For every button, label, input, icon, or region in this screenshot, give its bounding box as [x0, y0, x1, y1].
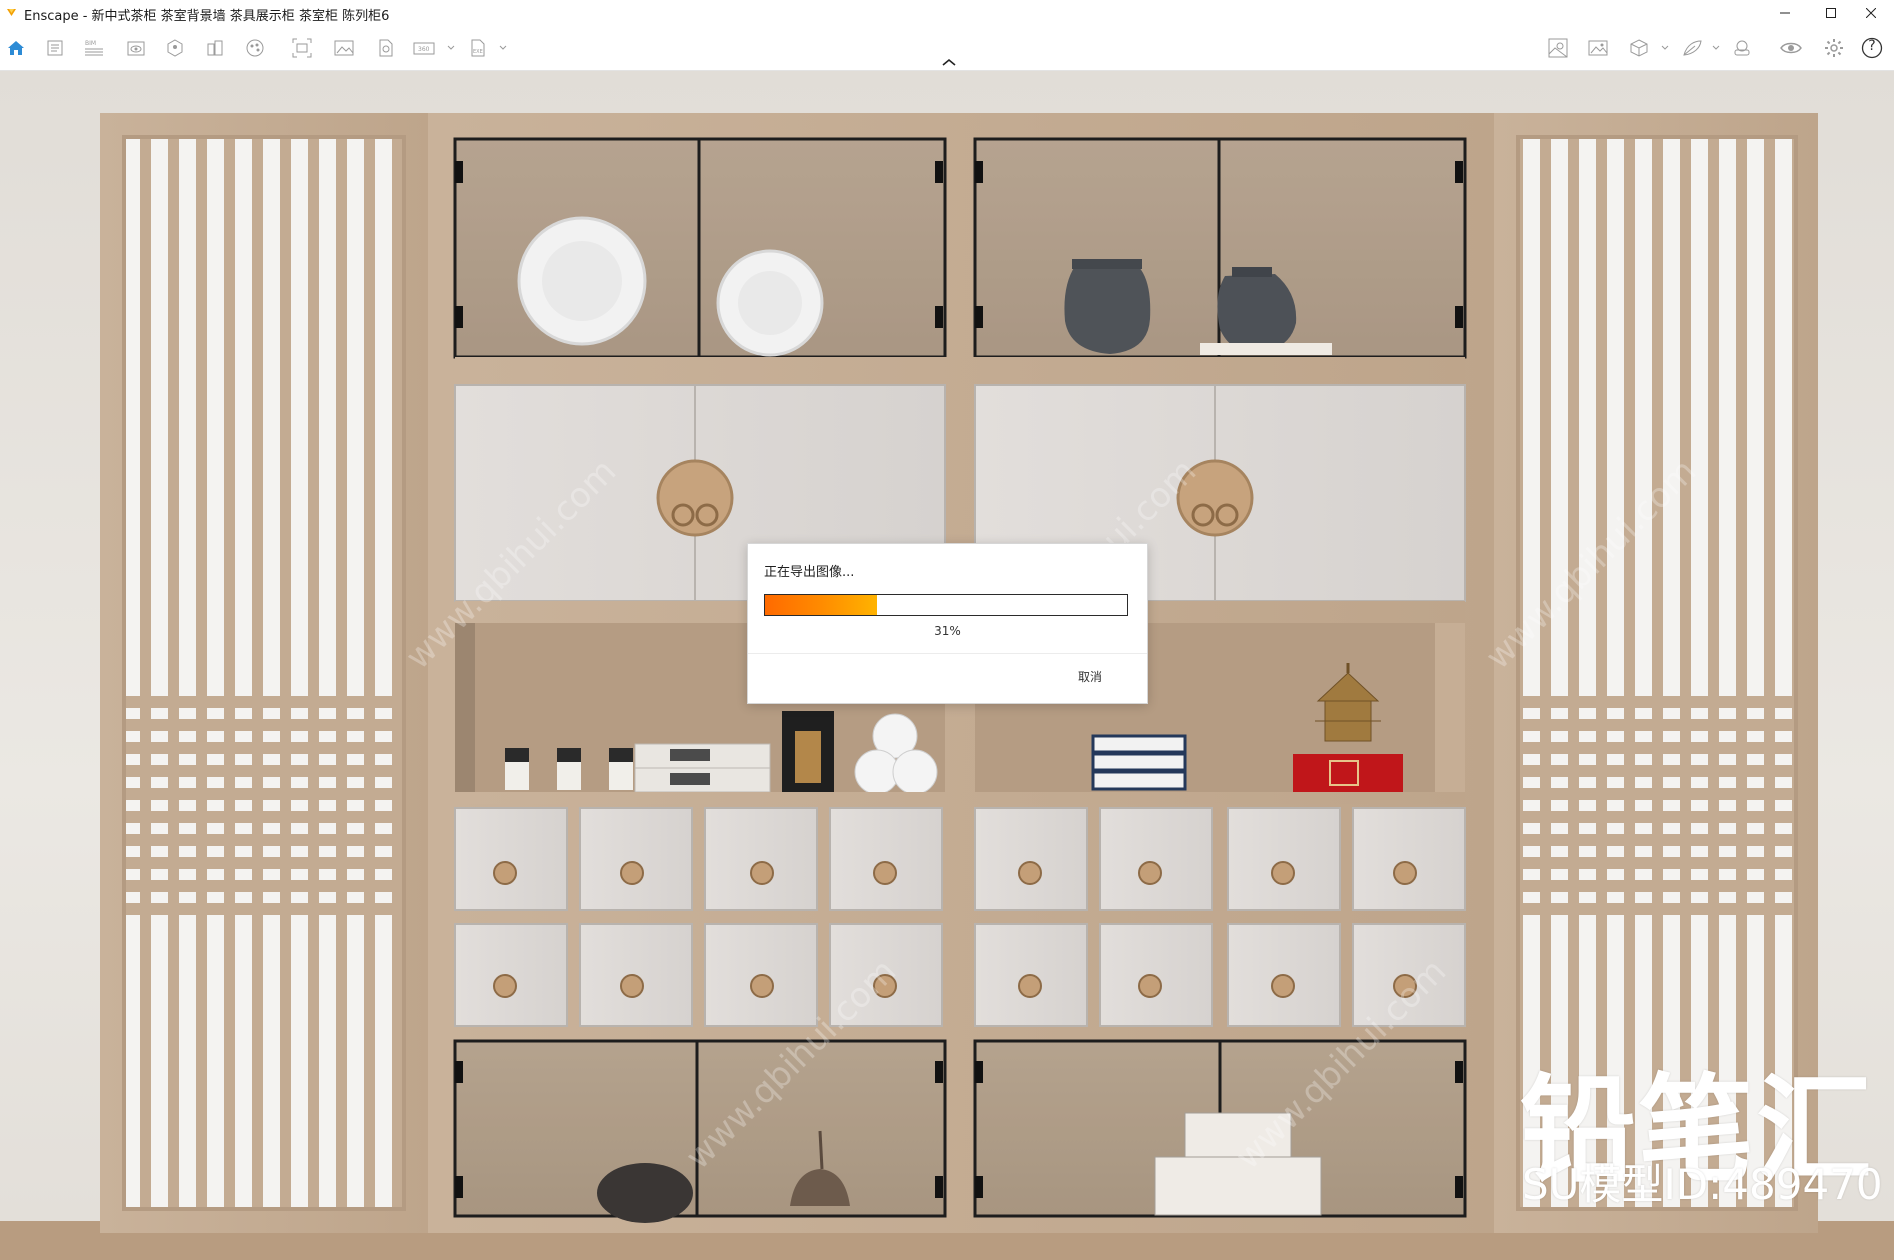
asset-library-icon: [1630, 39, 1648, 57]
export-progress-bar: [764, 594, 1128, 616]
dialog-divider: [748, 653, 1147, 654]
export-progress-fill: [765, 595, 878, 615]
minimize-icon: [1780, 12, 1790, 14]
window-title: Enscape - 新中式茶柜 茶室背景墙 茶具展示柜 茶室柜 陈列柜6: [24, 9, 390, 24]
visual-settings-icon: [127, 41, 145, 56]
panorama-button[interactable]: 360: [412, 36, 436, 60]
buildings-icon: [207, 40, 223, 56]
exe-export-icon: EXE: [471, 39, 485, 57]
material-dropdown-icon[interactable]: [1712, 45, 1720, 51]
bim-icon: BIM: [85, 40, 103, 56]
help-label: ?: [1868, 38, 1876, 54]
title-bar: Enscape - 新中式茶柜 茶室背景墙 茶具展示柜 茶室柜 陈列柜6: [0, 0, 1894, 26]
visibility-button[interactable]: [1779, 36, 1803, 60]
exe-export-button[interactable]: EXE: [466, 36, 490, 60]
site-context-icon: [1548, 38, 1568, 58]
batch-render-icon: [379, 39, 393, 57]
maximize-icon: [1826, 8, 1836, 18]
enscape-logo-icon: [7, 9, 16, 16]
vr-button[interactable]: [1730, 36, 1754, 60]
svg-text:360: 360: [418, 46, 430, 53]
visual-settings-button[interactable]: [124, 36, 148, 60]
svg-text:BIM: BIM: [85, 40, 96, 47]
svg-text:EXE: EXE: [473, 49, 483, 55]
views-icon: [167, 39, 183, 57]
panorama-icon: 360: [413, 42, 435, 55]
help-button[interactable]: ?: [1860, 36, 1884, 60]
image-gallery-icon: [1588, 40, 1608, 56]
buildings-button[interactable]: [203, 36, 227, 60]
project-info-icon: [47, 40, 63, 56]
exe-export-dropdown-icon[interactable]: [499, 45, 507, 51]
bim-button[interactable]: BIM: [82, 36, 106, 60]
material-editor-icon: [246, 39, 264, 57]
close-icon: [1866, 8, 1876, 18]
minimize-button[interactable]: [1762, 0, 1808, 26]
site-context-button[interactable]: [1546, 36, 1570, 60]
screenshot-button[interactable]: [332, 36, 356, 60]
dialog-title: 正在导出图像...: [764, 565, 855, 580]
views-button[interactable]: [163, 36, 187, 60]
batch-render-button[interactable]: [373, 36, 397, 60]
export-image-dialog: 正在导出图像... 31% 取消: [747, 543, 1148, 704]
material-editor-button[interactable]: [243, 36, 267, 60]
capture-icon: [292, 38, 312, 58]
asset-library-dropdown-icon[interactable]: [1661, 45, 1669, 51]
capture-button[interactable]: [290, 36, 314, 60]
visibility-icon: [1780, 42, 1802, 54]
settings-icon: [1825, 39, 1843, 57]
material-button[interactable]: [1680, 36, 1704, 60]
left-lattice-screen: [100, 113, 428, 1233]
toolbar: BIM 360 EXE ?: [0, 26, 1894, 71]
project-info-button[interactable]: [43, 36, 67, 60]
close-button[interactable]: [1848, 0, 1894, 26]
panorama-dropdown-icon[interactable]: [447, 45, 455, 51]
settings-button[interactable]: [1822, 36, 1846, 60]
vr-icon: [1734, 40, 1750, 56]
home-icon: [8, 41, 24, 55]
collapse-toolbar-chevron-icon[interactable]: [938, 56, 960, 68]
cancel-button[interactable]: 取消: [1078, 668, 1102, 685]
export-progress-label: 31%: [934, 624, 961, 638]
image-gallery-button[interactable]: [1586, 36, 1610, 60]
screenshot-icon: [334, 40, 354, 56]
material-icon: [1683, 40, 1702, 56]
model-id-watermark: SU模型ID:489470: [1522, 1160, 1883, 1209]
asset-library-button[interactable]: [1627, 36, 1651, 60]
home-button[interactable]: [4, 36, 28, 60]
